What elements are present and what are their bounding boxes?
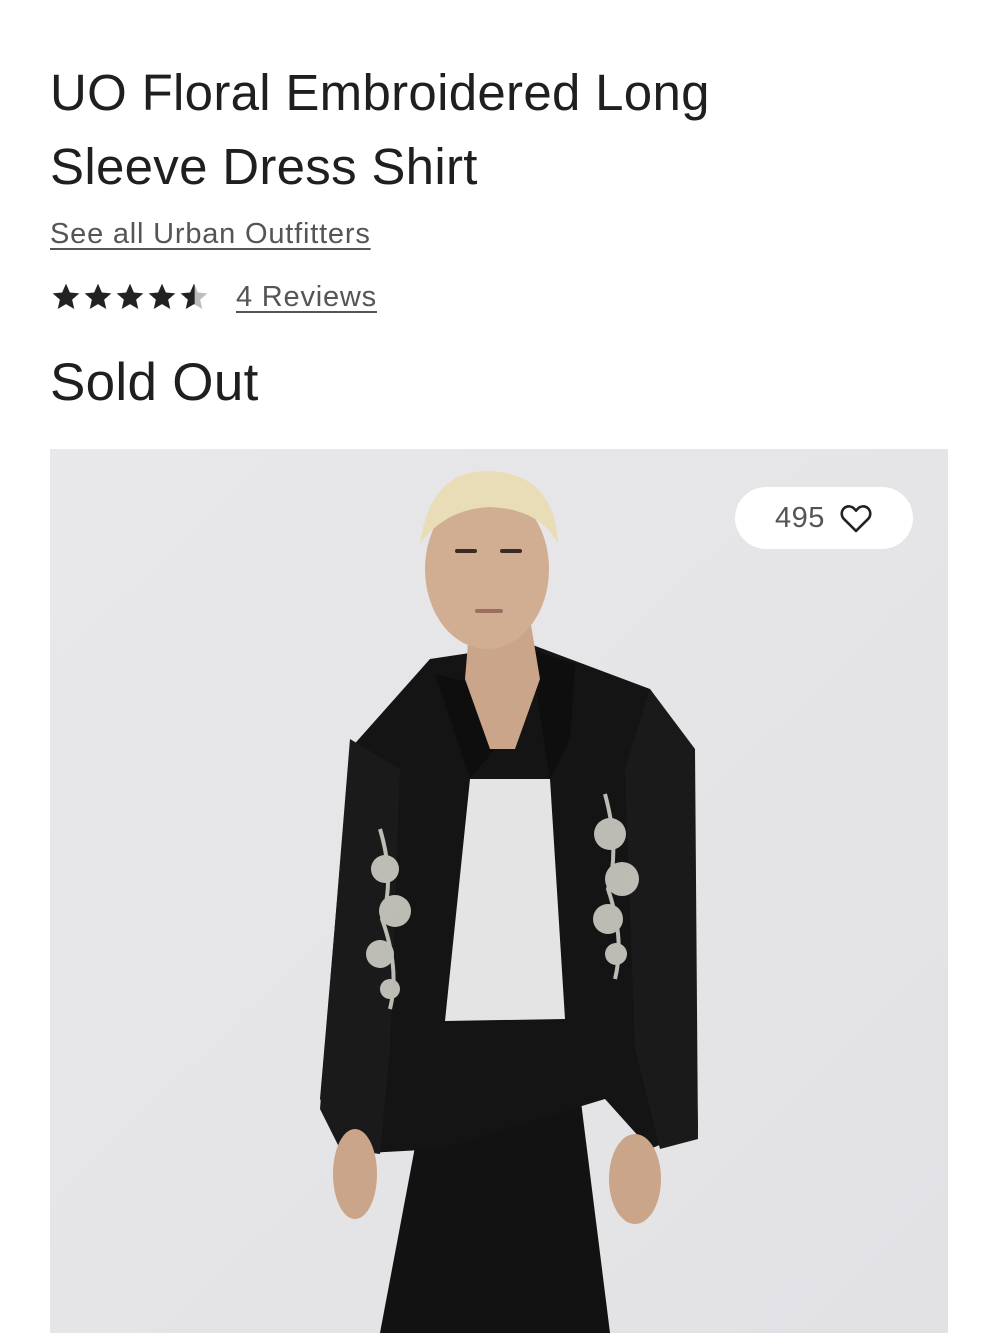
availability-status: Sold Out — [50, 353, 259, 412]
star-rating[interactable] — [50, 281, 210, 313]
brand-link[interactable]: See all Urban Outfitters — [50, 218, 371, 251]
reviews-link[interactable]: 4 Reviews — [236, 281, 377, 314]
model-photo — [50, 449, 948, 1333]
rating-row: 4 Reviews — [50, 276, 377, 318]
star-icon — [116, 283, 144, 309]
product-title: UO Floral Embroidered Long Sleeve Dress … — [50, 64, 710, 195]
half-star-icon — [180, 283, 208, 309]
product-image[interactable]: 495 — [50, 449, 948, 1333]
star-icon — [84, 283, 112, 309]
star-icon — [52, 283, 80, 309]
star-icon — [148, 283, 176, 309]
wishlist-count: 495 — [775, 501, 825, 534]
heart-outline-icon — [840, 505, 872, 533]
wishlist-button[interactable]: 495 — [735, 487, 913, 549]
